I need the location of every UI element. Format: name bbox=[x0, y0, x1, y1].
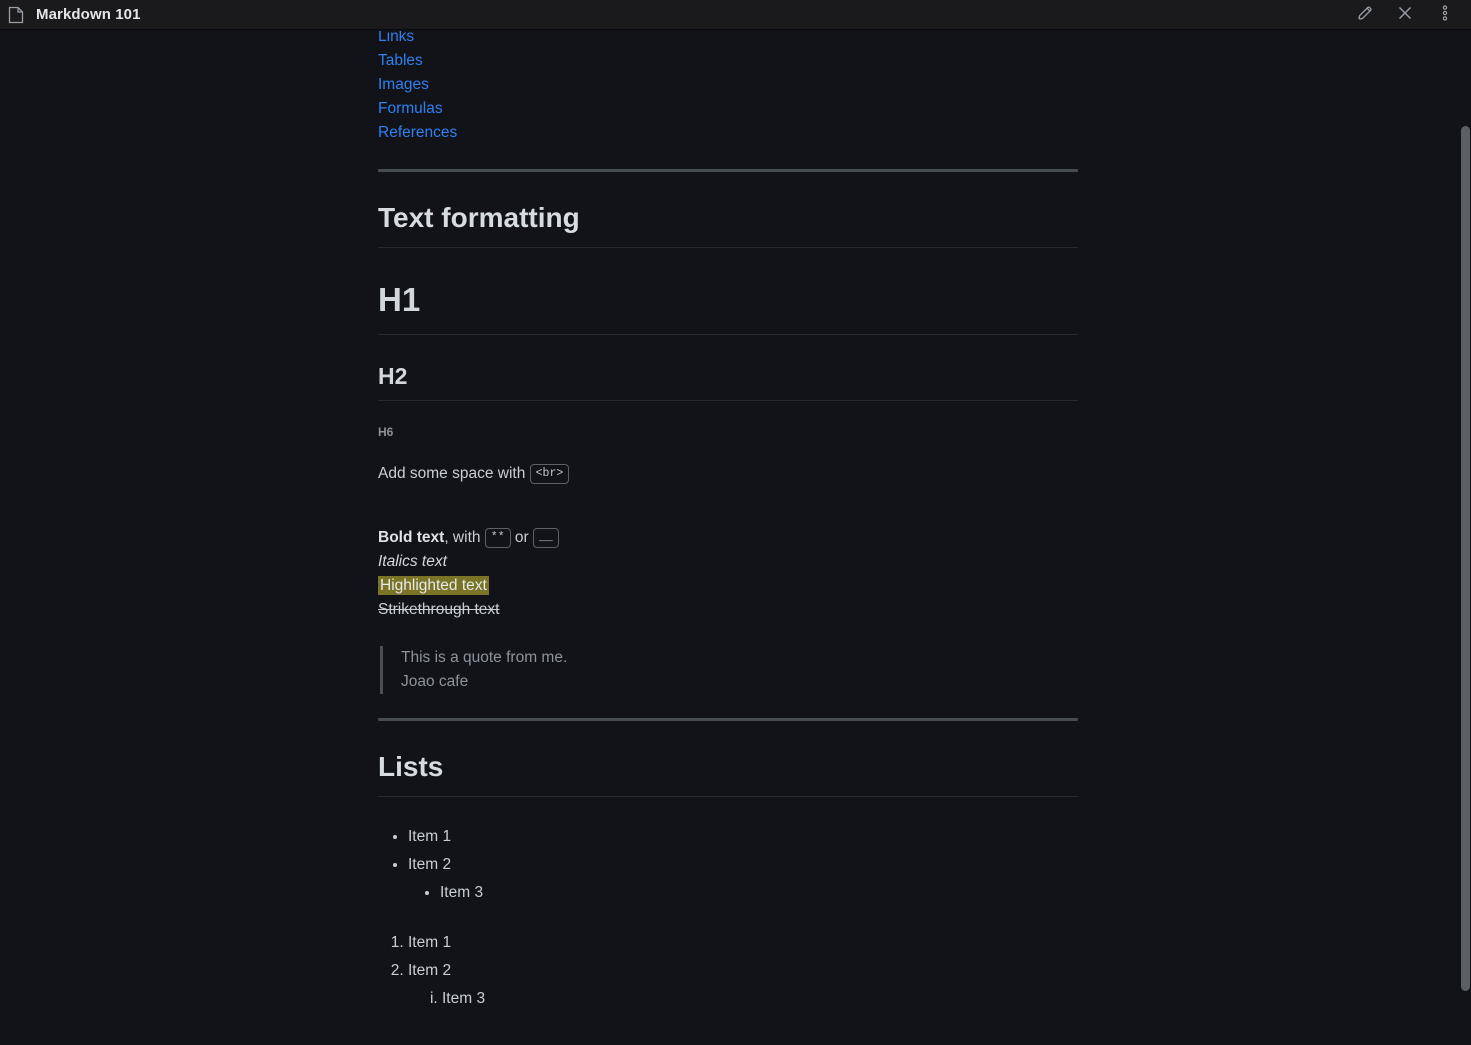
document-viewport: Links Tables Images Formulas References … bbox=[0, 31, 1471, 1045]
inline-code-br: <br> bbox=[529, 463, 570, 484]
toc-link-images[interactable]: Images bbox=[378, 76, 429, 93]
list-item: Item 3 bbox=[442, 985, 1078, 1013]
horizontal-rule bbox=[378, 717, 1078, 721]
toc-link-formulas[interactable]: Formulas bbox=[378, 100, 443, 117]
italics-text: Italics text bbox=[378, 552, 447, 570]
task-label-unchecked: Unchecked bbox=[418, 1041, 496, 1045]
strikethrough-sample-line: Strikethrough text bbox=[378, 598, 1078, 622]
list-item: Formulas bbox=[378, 97, 1078, 121]
highlight-sample-line: Highlighted text bbox=[378, 574, 1078, 598]
list-item: References bbox=[378, 121, 1078, 145]
ordered-list: Item 1 Item 2 Item 3 bbox=[378, 929, 1078, 1013]
scrollbar-thumb[interactable] bbox=[1461, 126, 1470, 991]
list-item: Item 2 Item 3 bbox=[408, 851, 1078, 907]
toc-link-links[interactable]: Links bbox=[378, 31, 414, 45]
blockquote-line-2: Joao cafe bbox=[401, 672, 469, 690]
heading-h1-sample: H1 bbox=[378, 280, 1078, 335]
blockquote-line-1: This is a quote from me. bbox=[401, 648, 568, 666]
list-item: Item 1 bbox=[408, 823, 1078, 851]
list-item: Item 1 bbox=[408, 929, 1078, 957]
list-item: Images bbox=[378, 73, 1078, 97]
pencil-icon bbox=[1356, 4, 1374, 25]
bold-sample-line: Bold text, with ** or __ bbox=[378, 526, 1078, 550]
list-item: Unchecked bbox=[394, 1041, 1078, 1045]
inline-code-asterisks: ** bbox=[484, 527, 511, 548]
section-heading-text-formatting: Text formatting bbox=[378, 200, 1078, 248]
bold-text: Bold text bbox=[378, 528, 445, 546]
scrollbar-track[interactable] bbox=[1459, 31, 1471, 1045]
paragraph-add-space: Add some space with <br> bbox=[378, 462, 1078, 486]
list-item: Item 3 bbox=[440, 879, 1078, 907]
add-space-text: Add some space with bbox=[378, 464, 530, 482]
edit-button[interactable] bbox=[1355, 5, 1375, 25]
italics-sample-line: Italics text bbox=[378, 550, 1078, 574]
bold-line-or: or bbox=[510, 528, 534, 546]
list-item-label: Item 2 bbox=[408, 855, 452, 873]
unordered-list: Item 1 Item 2 Item 3 bbox=[378, 823, 1078, 907]
horizontal-rule bbox=[378, 169, 1078, 172]
blockquote: This is a quote from me. Joao cafe bbox=[380, 645, 1078, 694]
markdown-content: Links Tables Images Formulas References … bbox=[378, 31, 1078, 1045]
list-item: Links bbox=[378, 31, 1078, 49]
close-icon bbox=[1396, 4, 1414, 25]
ordered-list-nested: Item 3 bbox=[408, 985, 1078, 1013]
section-heading-lists: Lists bbox=[378, 749, 1078, 797]
toc-link-tables[interactable]: Tables bbox=[378, 52, 423, 69]
list-item-label: Item 2 bbox=[408, 961, 452, 979]
table-of-contents: Links Tables Images Formulas References bbox=[378, 31, 1078, 145]
heading-h2-sample: H2 bbox=[378, 363, 1078, 402]
highlighted-text: Highlighted text bbox=[378, 575, 489, 595]
heading-h6-sample: H6 bbox=[378, 425, 394, 440]
more-options-button[interactable] bbox=[1435, 5, 1455, 25]
list-item: Tables bbox=[378, 49, 1078, 73]
more-vertical-icon bbox=[1436, 4, 1454, 25]
toc-link-references[interactable]: References bbox=[378, 124, 457, 141]
titlebar-actions bbox=[1355, 5, 1461, 25]
title-bar: Markdown 101 bbox=[0, 0, 1471, 30]
close-button[interactable] bbox=[1395, 5, 1415, 25]
unordered-list-nested: Item 3 bbox=[408, 879, 1078, 907]
document-icon bbox=[8, 6, 24, 24]
task-list: Unchecked Checked bbox=[378, 1041, 1078, 1045]
window-title: Markdown 101 bbox=[36, 6, 141, 23]
bold-line-mid: , with bbox=[444, 528, 485, 546]
lists-block: Item 1 Item 2 Item 3 Item 1 Item 2 Item … bbox=[378, 823, 1078, 1045]
strikethrough-text: Strikethrough text bbox=[378, 600, 500, 618]
inline-code-underscores: __ bbox=[533, 527, 559, 548]
formatting-samples: Bold text, with ** or __ Italics text Hi… bbox=[378, 526, 1078, 622]
list-item: Item 2 Item 3 bbox=[408, 957, 1078, 1013]
